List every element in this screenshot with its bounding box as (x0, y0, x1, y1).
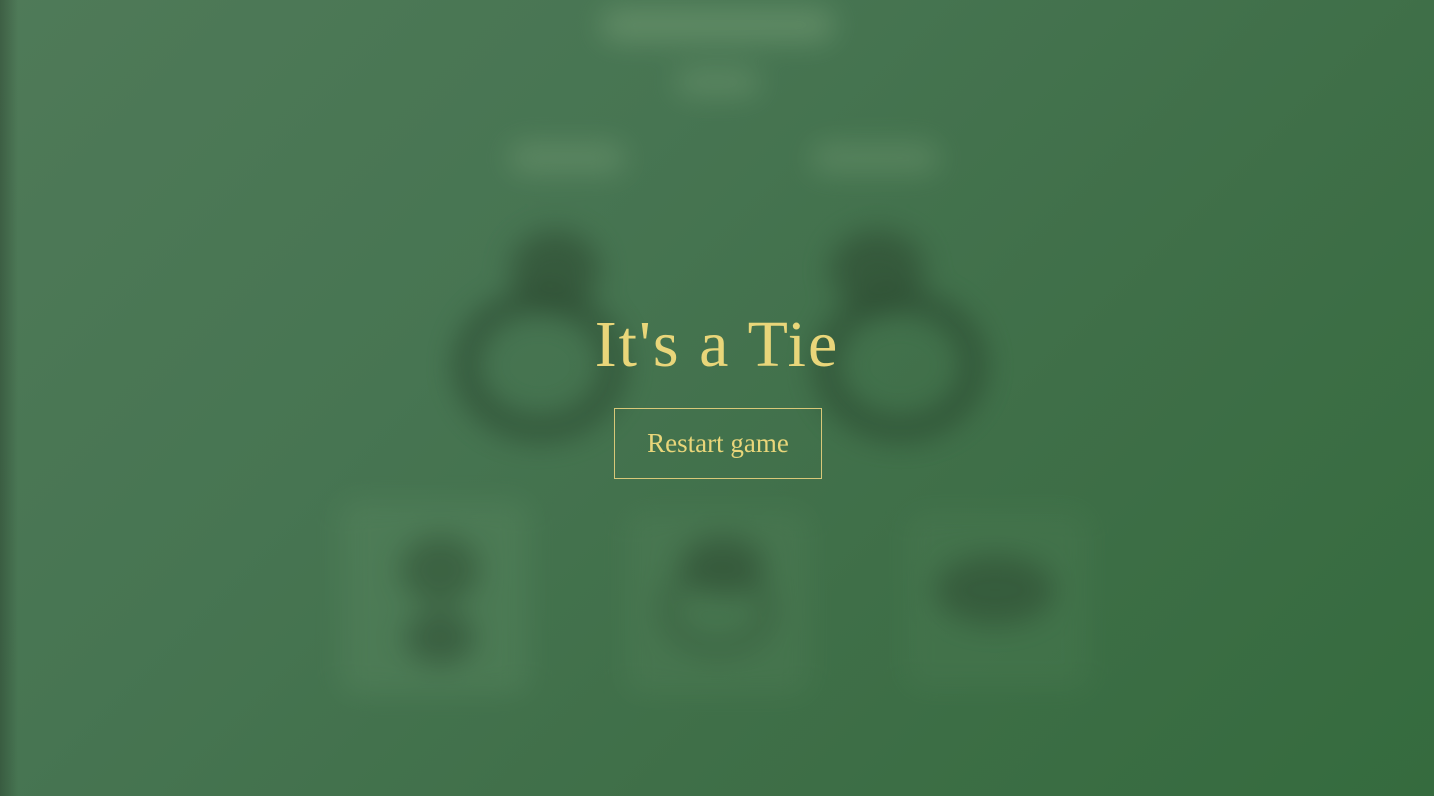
result-title: It's a Tie (594, 308, 840, 381)
restart-game-button[interactable]: Restart game (614, 408, 822, 479)
result-overlay: It's a Tie Restart game (0, 0, 1434, 796)
game-screen: It's a Tie Restart game (0, 0, 1434, 796)
